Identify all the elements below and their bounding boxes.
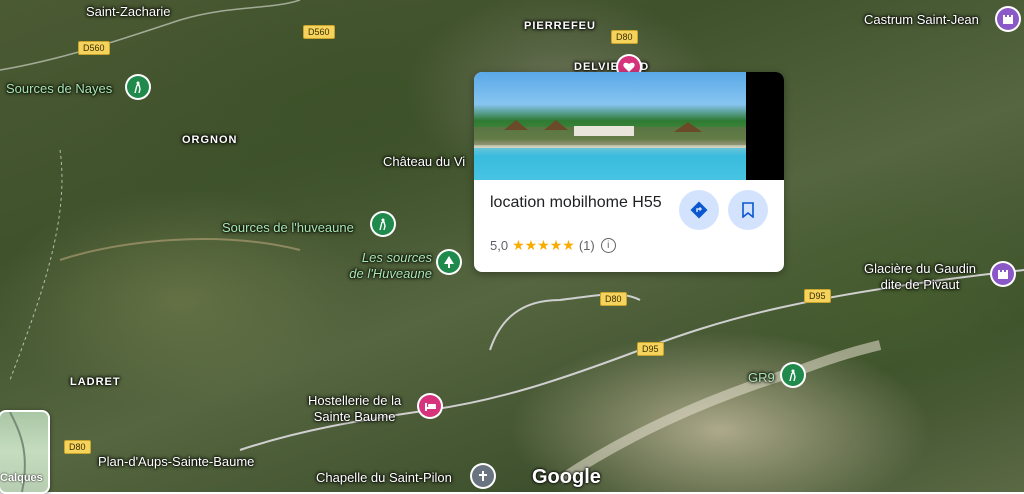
layers-button[interactable]: Calques bbox=[0, 410, 50, 494]
bookmark-icon bbox=[742, 202, 754, 218]
tree-icon[interactable] bbox=[438, 251, 460, 273]
place-label-line: Hostellerie de la bbox=[308, 393, 402, 408]
road-badge: D560 bbox=[303, 25, 335, 39]
place-label[interactable]: Sources de l'huveaune bbox=[222, 220, 354, 235]
hotel-icon[interactable] bbox=[419, 395, 441, 417]
place-label[interactable]: GR9 bbox=[748, 370, 775, 385]
place-title: location mobilhome H55 bbox=[490, 194, 662, 211]
place-label[interactable]: PIERREFEU bbox=[524, 20, 596, 32]
save-button[interactable] bbox=[728, 190, 768, 230]
photo-illustration bbox=[474, 120, 746, 180]
road-badge: D95 bbox=[804, 289, 831, 303]
place-label[interactable]: Les sources de l'Huveaune bbox=[340, 250, 432, 282]
hiking-icon[interactable] bbox=[372, 213, 394, 235]
road-badge: D80 bbox=[600, 292, 627, 306]
road-badge: D560 bbox=[78, 41, 110, 55]
place-label[interactable]: ORGNON bbox=[182, 134, 238, 146]
info-icon[interactable]: i bbox=[600, 238, 616, 253]
directions-icon bbox=[690, 201, 708, 219]
place-label[interactable]: Hostellerie de la Sainte Baume bbox=[308, 393, 401, 425]
place-label-line: dite de Pivaut bbox=[880, 277, 960, 292]
photo-next-strip[interactable] bbox=[746, 72, 784, 180]
place-label[interactable]: Château du Vi bbox=[383, 154, 465, 169]
place-label[interactable]: Plan-d'Aups-Sainte-Baume bbox=[98, 454, 254, 469]
rating-row: 5,0 ★★★★★ (1) i bbox=[490, 237, 616, 254]
google-logo: Google bbox=[532, 466, 601, 488]
place-label-line: Les sources bbox=[361, 250, 432, 265]
place-label[interactable]: Glacière du Gaudin dite de Pivaut bbox=[864, 261, 976, 293]
place-label-line: Glacière du Gaudin bbox=[864, 261, 977, 276]
road-badge: D95 bbox=[637, 342, 664, 356]
castle-icon[interactable] bbox=[992, 263, 1014, 285]
place-label-line: de l'Huveaune bbox=[349, 266, 432, 281]
directions-button[interactable] bbox=[679, 190, 719, 230]
place-label[interactable]: Sources de Nayes bbox=[6, 81, 112, 96]
layers-label: Calques bbox=[0, 472, 43, 484]
place-label[interactable]: Saint-Zacharie bbox=[86, 4, 171, 19]
place-info-card[interactable]: location mobilhome H55 5,0 ★★★★★ (1) i bbox=[474, 72, 784, 272]
star-rating: ★★★★★ bbox=[512, 237, 575, 253]
place-label-line: Sainte Baume bbox=[313, 409, 396, 424]
review-count[interactable]: (1) bbox=[579, 238, 595, 253]
place-label[interactable]: Castrum Saint-Jean bbox=[864, 12, 979, 27]
hiking-icon[interactable] bbox=[782, 364, 804, 386]
hiking-icon[interactable] bbox=[127, 76, 149, 98]
church-icon[interactable] bbox=[472, 465, 494, 487]
place-photo[interactable] bbox=[474, 72, 746, 180]
castle-icon[interactable] bbox=[997, 8, 1019, 30]
place-label[interactable]: LADRET bbox=[70, 376, 121, 388]
rating-value: 5,0 bbox=[490, 238, 509, 253]
road-badge: D80 bbox=[64, 440, 91, 454]
road-badge: D80 bbox=[611, 30, 638, 44]
place-label[interactable]: Chapelle du Saint-Pilon bbox=[316, 470, 452, 485]
